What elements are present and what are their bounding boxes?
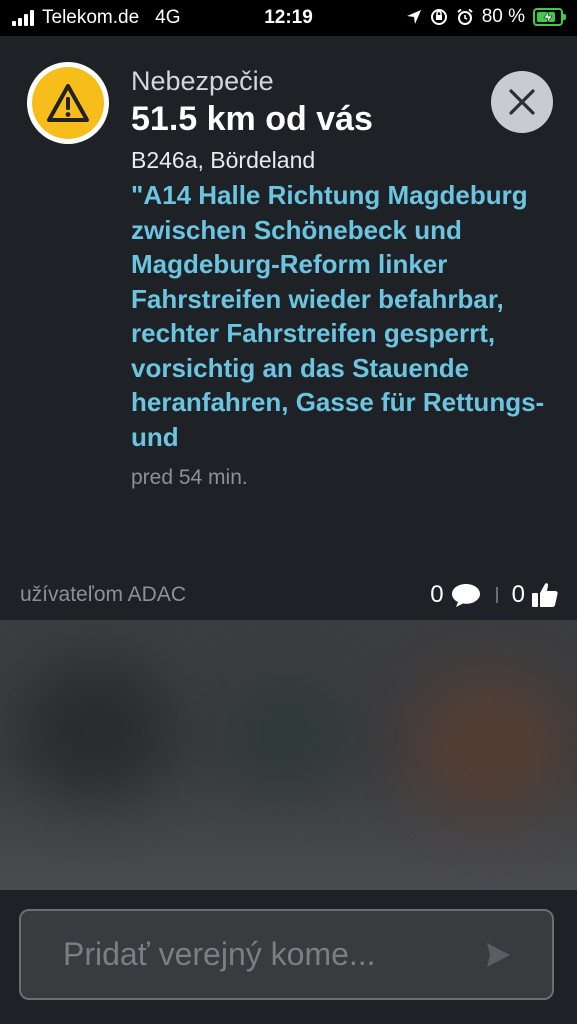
comment-count: 0 [430, 581, 444, 608]
hazard-alert-card: Nebezpečie 51.5 km od vás B246a, Bördela… [0, 36, 577, 620]
send-icon[interactable] [484, 941, 512, 969]
orientation-lock-icon [430, 9, 447, 25]
alert-location: B246a, Bördeland [131, 147, 316, 173]
alert-distance: 51.5 km od vás [131, 100, 373, 138]
alert-category: Nebezpečie [131, 66, 274, 96]
reporter-label: užívateľom ADAC [20, 583, 187, 606]
location-arrow-icon [406, 10, 421, 24]
comment-placeholder: Pridať verejný kome... [63, 936, 376, 972]
comment-icon[interactable] [450, 582, 482, 608]
thumbs-up-icon[interactable] [531, 581, 559, 609]
blurred-map-background [0, 620, 577, 890]
alert-description: "A14 Halle Richtung Magdeburg zwischen S… [131, 180, 545, 452]
battery-percentage: 80 % [481, 6, 525, 27]
alert-text-block: Nebezpečie 51.5 km od vás B246a, Bördela… [131, 64, 551, 490]
alert-footer: užívateľom ADAC 0 0 [20, 581, 559, 609]
comment-input[interactable]: Pridať verejný kome... [19, 909, 554, 1000]
status-bar: Telekom.de 4G 12:19 80 % [0, 0, 577, 36]
comment-bar: Pridať verejný kome... [0, 890, 577, 1024]
alert-time-ago: pred 54 min. [131, 466, 248, 489]
alarm-icon [457, 8, 473, 25]
warning-icon [47, 84, 89, 122]
reaction-counters: 0 0 [430, 581, 559, 609]
hazard-badge [27, 62, 109, 144]
battery-charging-icon [533, 8, 566, 26]
like-count: 0 [511, 581, 525, 608]
counter-divider [495, 587, 498, 603]
status-bar-right: 80 % [406, 6, 566, 28]
